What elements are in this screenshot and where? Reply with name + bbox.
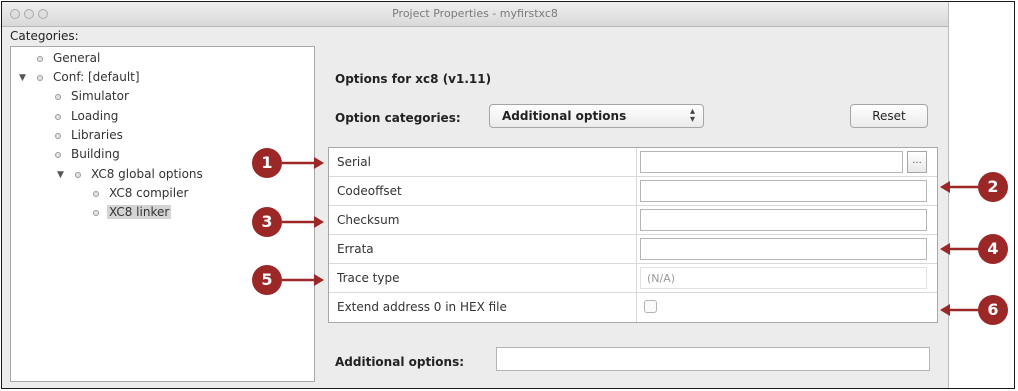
column-divider — [636, 177, 637, 206]
callout-badge-2: 2 — [978, 172, 1008, 202]
tree-node-icon — [37, 56, 43, 62]
codeoffset-input[interactable] — [640, 180, 927, 202]
expand-triangle-icon[interactable]: ▼ — [19, 73, 26, 83]
additional-options-input[interactable] — [496, 347, 930, 371]
callout-badge-5: 5 — [252, 265, 282, 295]
option-name: Serial — [337, 155, 371, 169]
callout-arrow-6 — [940, 304, 982, 316]
option-categories-value: Additional options — [502, 109, 627, 123]
option-name: Codeoffset — [337, 184, 402, 198]
title-bar[interactable]: Project Properties - myfirstxc8 — [2, 2, 948, 27]
column-divider — [636, 264, 637, 293]
reset-button[interactable]: Reset — [850, 104, 928, 128]
callout-arrow-2 — [940, 181, 982, 193]
callout-badge-6: 6 — [978, 295, 1008, 325]
categories-label: Categories: — [10, 29, 79, 43]
options-title: Options for xc8 (v1.11) — [335, 72, 492, 86]
project-properties-window: Project Properties - myfirstxc8 Categori… — [2, 2, 949, 388]
tree-node-icon — [75, 172, 81, 178]
checksum-input[interactable] — [640, 209, 927, 231]
callout-arrow-1 — [282, 157, 324, 169]
expand-triangle-icon[interactable]: ▼ — [57, 170, 64, 180]
option-name: Errata — [337, 242, 374, 256]
callout-badge-3: 3 — [252, 207, 282, 237]
tree-item-general[interactable]: General — [53, 51, 100, 65]
tree-node-icon — [55, 114, 61, 120]
callout-arrow-5 — [282, 274, 324, 286]
tree-node-icon — [55, 133, 61, 139]
window-title: Project Properties - myfirstxc8 — [392, 7, 558, 20]
option-name: Trace type — [337, 271, 400, 285]
tree-node-icon — [55, 94, 61, 100]
options-grid: Serial ... Codeoffset Checksum Errata Tr… — [328, 147, 938, 323]
tree-item-xc8-compiler[interactable]: XC8 compiler — [109, 186, 188, 200]
option-categories-label: Option categories: — [335, 111, 461, 125]
callout-arrow-3 — [282, 216, 324, 228]
option-categories-select[interactable]: Additional options ▴ ▾ — [489, 104, 704, 128]
option-row-extend-address: Extend address 0 in HEX file — [329, 293, 937, 322]
screenshot-frame: Project Properties - myfirstxc8 Categori… — [1, 1, 1015, 389]
callout-badge-1: 1 — [252, 148, 282, 178]
tree-item-xc8-global-options[interactable]: XC8 global options — [91, 167, 203, 181]
column-divider — [636, 206, 637, 235]
tree-item-conf-default[interactable]: Conf: [default] — [53, 70, 140, 84]
column-divider — [636, 293, 637, 322]
option-name: Checksum — [337, 213, 400, 227]
option-row-errata: Errata — [329, 235, 937, 264]
extend-address-checkbox[interactable] — [644, 300, 657, 313]
column-divider — [636, 235, 637, 264]
tree-item-loading[interactable]: Loading — [71, 109, 118, 123]
option-row-serial: Serial ... — [329, 148, 937, 177]
tree-item-simulator[interactable]: Simulator — [71, 89, 129, 103]
tree-node-icon — [93, 210, 99, 216]
tree-node-icon — [37, 75, 43, 81]
tree-node-icon — [55, 152, 61, 158]
option-row-trace-type: Trace type (N/A) — [329, 264, 937, 293]
tree-item-xc8-linker[interactable]: XC8 linker — [107, 205, 172, 219]
option-row-checksum: Checksum — [329, 206, 937, 235]
callout-arrow-4 — [940, 243, 982, 255]
tree-item-building[interactable]: Building — [71, 147, 120, 161]
option-name: Extend address 0 in HEX file — [337, 300, 507, 314]
column-divider — [636, 148, 637, 177]
errata-input[interactable] — [640, 238, 927, 260]
option-row-codeoffset: Codeoffset — [329, 177, 937, 206]
serial-input[interactable] — [640, 151, 903, 173]
serial-browse-button[interactable]: ... — [907, 151, 927, 173]
tree-item-libraries[interactable]: Libraries — [71, 128, 123, 142]
additional-options-label: Additional options: — [335, 355, 465, 369]
select-arrows-icon: ▴ ▾ — [689, 106, 695, 125]
trace-type-value: (N/A) — [640, 267, 927, 289]
tree-node-icon — [93, 191, 99, 197]
callout-badge-4: 4 — [978, 234, 1008, 264]
